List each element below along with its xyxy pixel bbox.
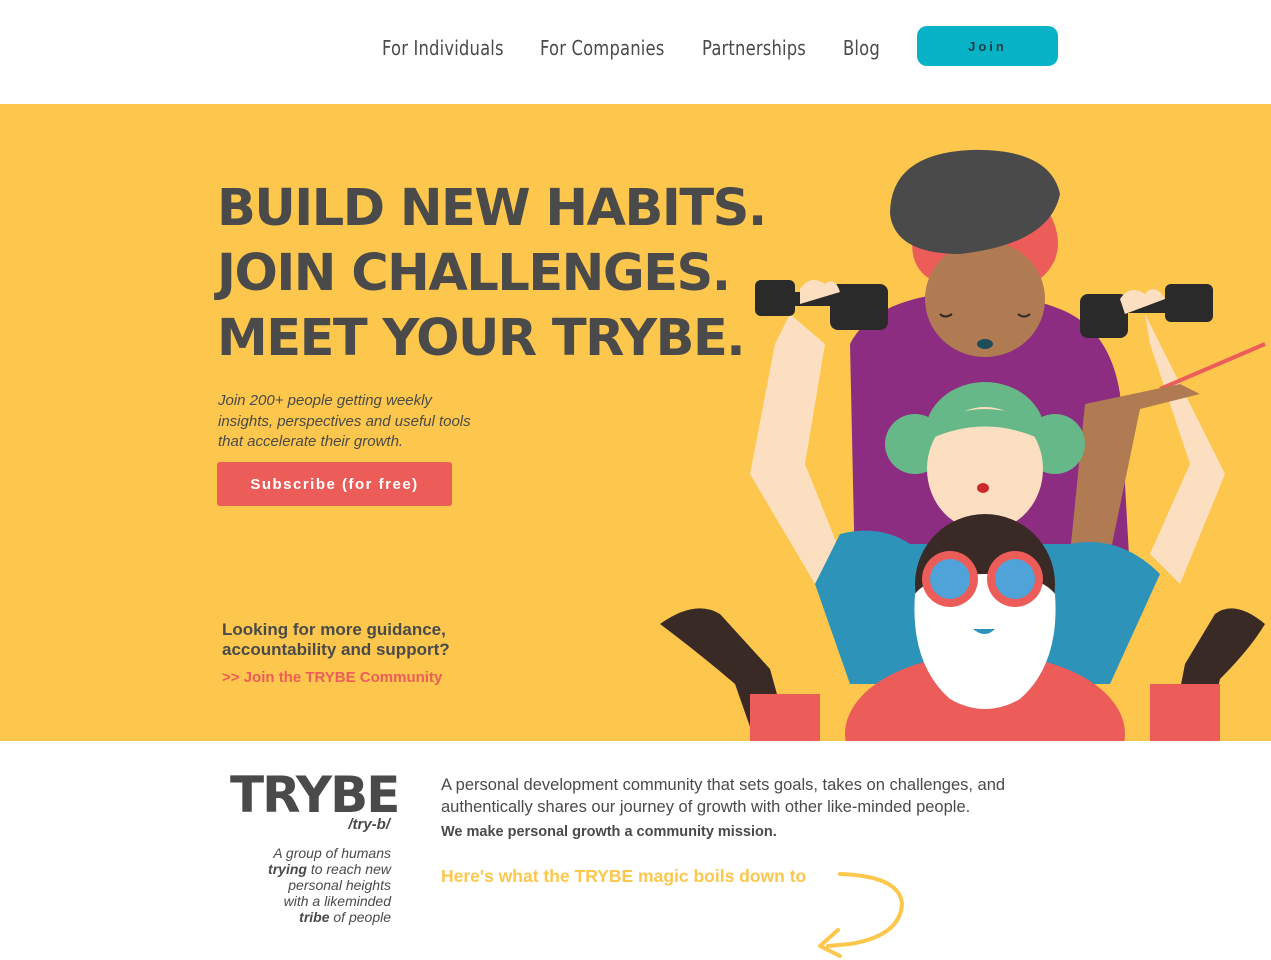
- guidance-line-1: Looking for more guidance,: [222, 620, 446, 639]
- curved-arrow-icon: [818, 872, 905, 958]
- nav-for-individuals[interactable]: For Individuals: [382, 36, 504, 60]
- join-button[interactable]: Join: [917, 26, 1058, 66]
- subscribe-button[interactable]: Subscribe (for free): [217, 462, 452, 506]
- right-sleeve: [1150, 684, 1220, 741]
- about-description: A personal development community that se…: [441, 776, 1006, 816]
- magic-heading: Here's what the TRYBE magic boils down t…: [441, 866, 807, 886]
- definition-part-7: of people: [333, 909, 391, 925]
- left-arm-back: [750, 314, 845, 584]
- nav-blog[interactable]: Blog: [843, 36, 880, 60]
- hero-subtext: Join 200+ people getting weekly insights…: [218, 392, 471, 450]
- definition-phonetic: /try-b/: [348, 816, 390, 833]
- site-header: For Individuals For Companies Partnershi…: [0, 0, 1271, 104]
- definition-part-2: trying: [268, 861, 307, 877]
- nav-for-companies[interactable]: For Companies: [540, 36, 664, 60]
- guidance-text: Looking for more guidance, accountabilit…: [222, 620, 450, 660]
- definition-text: A group of humans trying to reach new pe…: [211, 845, 391, 925]
- definition-part-6: tribe: [299, 909, 330, 925]
- definition-part-3: to reach new: [310, 861, 391, 877]
- join-community-link[interactable]: >> Join the TRYBE Community: [222, 669, 442, 686]
- left-dumbbell: [755, 280, 888, 330]
- main-nav: For Individuals For Companies Partnershi…: [382, 36, 888, 60]
- nav-partnerships[interactable]: Partnerships: [702, 36, 806, 60]
- right-dumbbell: [1080, 284, 1213, 338]
- definition-part-4: personal heights: [288, 877, 391, 893]
- right-arm-back: [1145, 314, 1225, 584]
- hero-illustration: [660, 149, 1266, 741]
- definition-part-5: with a likeminded: [283, 893, 391, 909]
- hero-section: BUILD NEW HABITS. JOIN CHALLENGES. MEET …: [0, 104, 1271, 741]
- paintbrush: [1159, 342, 1266, 391]
- guidance-line-2: accountability and support?: [222, 640, 450, 659]
- left-sleeve: [750, 694, 820, 741]
- about-mission: We make personal growth a community miss…: [441, 824, 777, 840]
- definition-part-1: A group of humans: [273, 845, 391, 861]
